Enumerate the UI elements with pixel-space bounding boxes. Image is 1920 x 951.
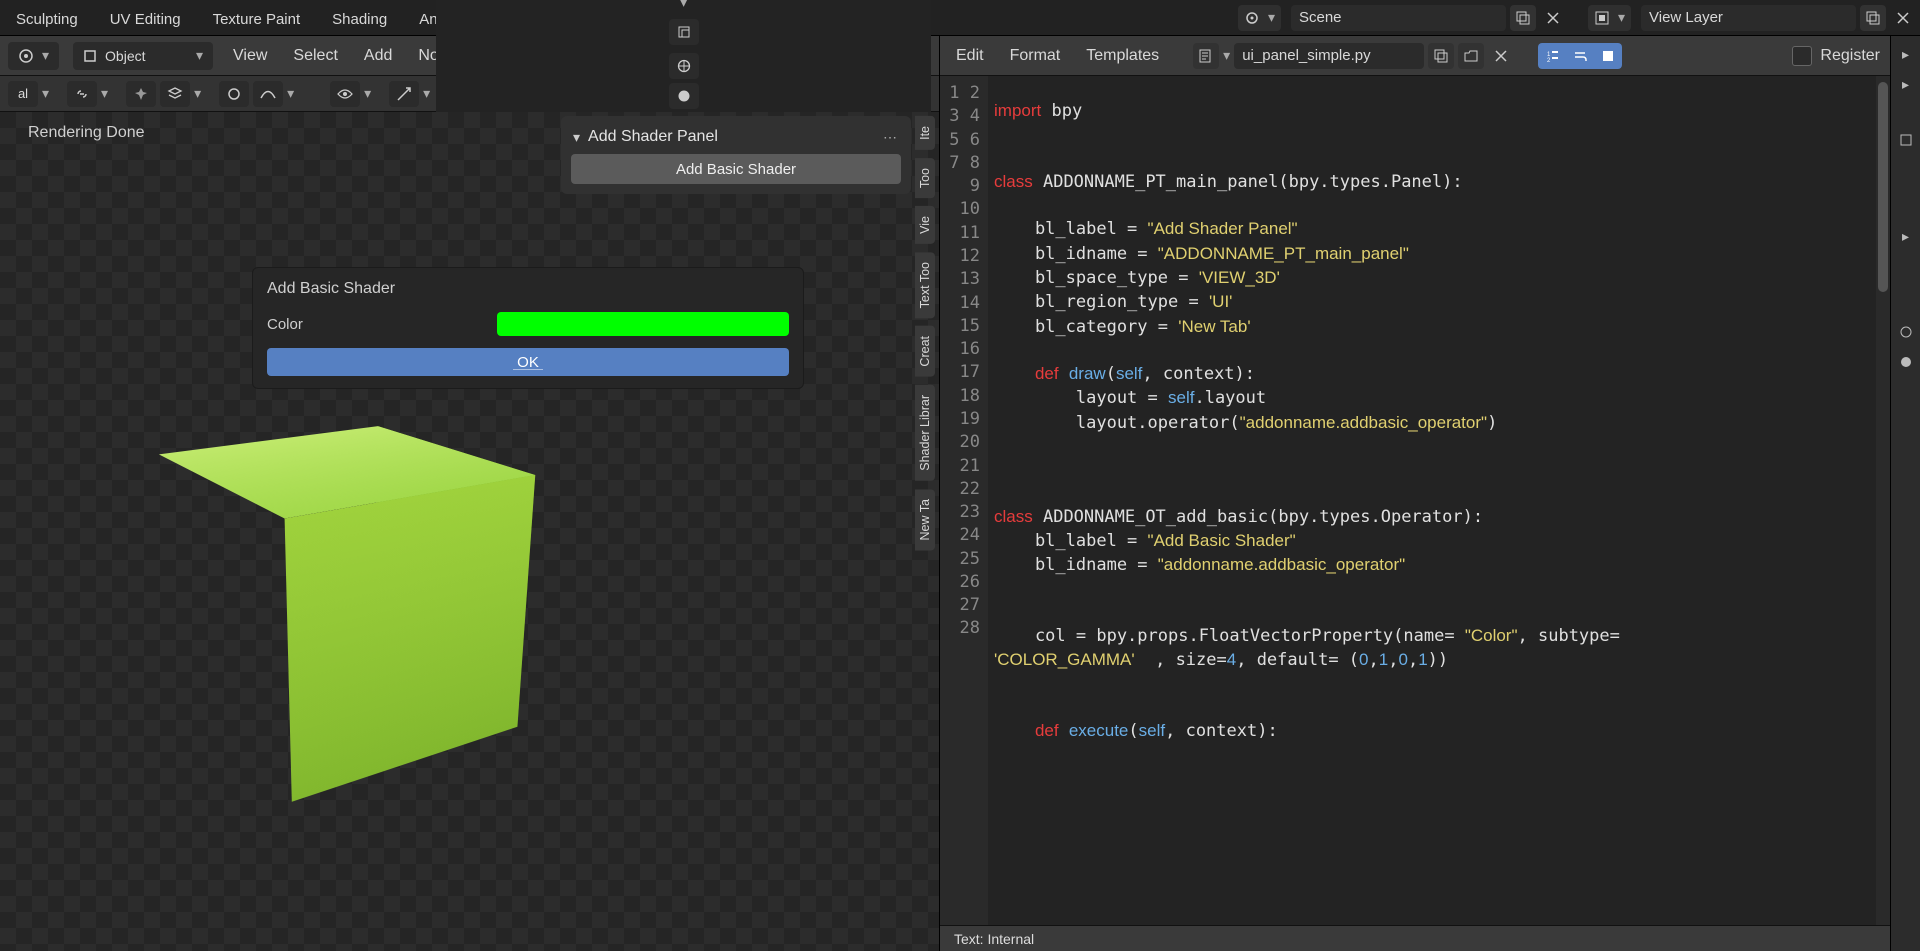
register-checkbox[interactable] — [1792, 46, 1812, 66]
snap-dropdown[interactable]: al — [8, 81, 38, 107]
operator-popup: Add Basic Shader Color OK — [252, 267, 804, 389]
text-editor-statusbar: Text: Internal — [940, 925, 1890, 951]
add-shader-panel: ▾ Add Shader Panel ⋯ Add Basic Shader — [561, 116, 911, 194]
text-open-button[interactable] — [1458, 43, 1484, 69]
text-unlink-button[interactable] — [1488, 43, 1514, 69]
viewlayer-name-input[interactable] — [1641, 5, 1856, 31]
pin-icon[interactable] — [126, 81, 156, 107]
svg-text:2: 2 — [1547, 58, 1551, 63]
shading-solid-icon[interactable] — [669, 83, 699, 109]
add-shader-panel-title: Add Shader Panel — [588, 128, 718, 146]
viewport-3d[interactable]: Rendering Done ▾ Add Shader Panel ⋯ Add … — [0, 112, 939, 951]
interaction-mode-dropdown[interactable]: Object ▾ — [73, 42, 213, 70]
code-area[interactable]: 1 2 3 4 5 6 7 8 9 10 11 12 13 14 15 16 1… — [940, 76, 1890, 925]
menu-select[interactable]: Select — [287, 43, 343, 69]
text-menu-edit[interactable]: Edit — [950, 43, 990, 69]
editor-type-dropdown[interactable]: ▾ — [8, 42, 59, 70]
text-editor-header: EditFormatTemplates ▾ 12 Register — [940, 36, 1890, 76]
node-editor-toolbar: al ▾ ▾ ▾ ▾ ▾ ▾ — [0, 76, 939, 112]
gizmo-arrows-icon[interactable] — [389, 81, 419, 107]
layers-icon[interactable] — [160, 81, 190, 107]
properties-tab-strip: ▸ ▸ ▸ — [1890, 36, 1920, 951]
prop-expand-top-icon[interactable]: ▸ — [1894, 42, 1918, 66]
n-panel-tab[interactable]: Text Too — [915, 252, 935, 318]
link-icon[interactable] — [67, 81, 97, 107]
n-panel-tab[interactable]: Vie — [915, 206, 935, 244]
text-menu-format[interactable]: Format — [1004, 43, 1067, 69]
xray-toggle-icon[interactable] — [669, 19, 699, 45]
syntax-highlight-toggle[interactable] — [1594, 43, 1622, 69]
scene-browse-dropdown[interactable]: ▾ — [1238, 5, 1281, 31]
prop-expand-mid-icon[interactable]: ▸ — [1894, 224, 1918, 248]
render-status-text: Rendering Done — [28, 124, 145, 142]
workspace-tab-strip: SculptingUV EditingTexture PaintShadingA… — [0, 0, 1920, 36]
menu-add[interactable]: Add — [358, 43, 398, 69]
new-scene-button[interactable] — [1510, 5, 1536, 31]
main-area: ▾ Object ▾ ViewSelectAddNode ✓ Use Nodes… — [0, 36, 1920, 951]
text-editor-area: EditFormatTemplates ▾ 12 Register — [940, 36, 1890, 951]
workspace-tab-shading[interactable]: Shading — [316, 4, 403, 35]
workspace-tab-texture-paint[interactable]: Texture Paint — [197, 4, 317, 35]
prop-material-icon[interactable] — [1894, 350, 1918, 374]
workspace-tab-sculpting[interactable]: Sculpting — [0, 4, 94, 35]
prop-world-icon[interactable] — [1894, 320, 1918, 344]
rendered-cube — [160, 422, 540, 802]
panel-disclosure-icon[interactable]: ▾ — [573, 129, 580, 146]
color-property-swatch[interactable] — [497, 312, 789, 336]
shading-wireframe-icon[interactable] — [669, 53, 699, 79]
n-panel-tab[interactable]: New Ta — [915, 489, 935, 550]
mode-label: Object — [105, 48, 145, 64]
falloff-icon[interactable] — [253, 81, 283, 107]
text-display-toggle-group: 12 — [1538, 43, 1622, 69]
workspace-tab-uv-editing[interactable]: UV Editing — [94, 4, 197, 35]
register-label: Register — [1820, 47, 1880, 65]
n-panel-tab[interactable]: Too — [915, 158, 935, 198]
viewlayer-browse-dropdown[interactable]: ▾ — [1588, 5, 1631, 31]
new-viewlayer-button[interactable] — [1860, 5, 1886, 31]
panel-options-icon[interactable]: ⋯ — [883, 129, 899, 146]
operator-ok-button[interactable]: OK — [267, 348, 789, 376]
word-wrap-toggle[interactable] — [1566, 43, 1594, 69]
visibility-eye-icon[interactable] — [330, 81, 360, 107]
text-new-button[interactable] — [1428, 43, 1454, 69]
color-property-label: Color — [267, 316, 497, 333]
prop-tool-icon[interactable] — [1894, 128, 1918, 152]
add-basic-shader-button[interactable]: Add Basic Shader — [571, 154, 901, 184]
node-editor-area: ▾ Object ▾ ViewSelectAddNode ✓ Use Nodes… — [0, 36, 940, 951]
menu-view[interactable]: View — [227, 43, 273, 69]
text-filename-input[interactable] — [1234, 43, 1424, 69]
code-scrollbar[interactable] — [1876, 76, 1890, 925]
n-panel-tab[interactable]: Shader Librar — [915, 385, 935, 481]
operator-popup-title: Add Basic Shader — [267, 280, 789, 298]
line-numbers-toggle[interactable]: 12 — [1538, 43, 1566, 69]
delete-scene-button[interactable] — [1540, 5, 1566, 31]
overlays-circle-icon[interactable] — [219, 81, 249, 107]
text-browse-dropdown[interactable] — [1193, 43, 1219, 69]
n-panel-tab[interactable]: Ite — [915, 116, 935, 150]
delete-viewlayer-button[interactable] — [1890, 5, 1916, 31]
text-menu-templates[interactable]: Templates — [1080, 43, 1165, 69]
n-panel-tab[interactable]: Creat — [915, 326, 935, 377]
prop-expand-icon[interactable]: ▸ — [1894, 72, 1918, 96]
scene-name-input[interactable] — [1291, 5, 1506, 31]
